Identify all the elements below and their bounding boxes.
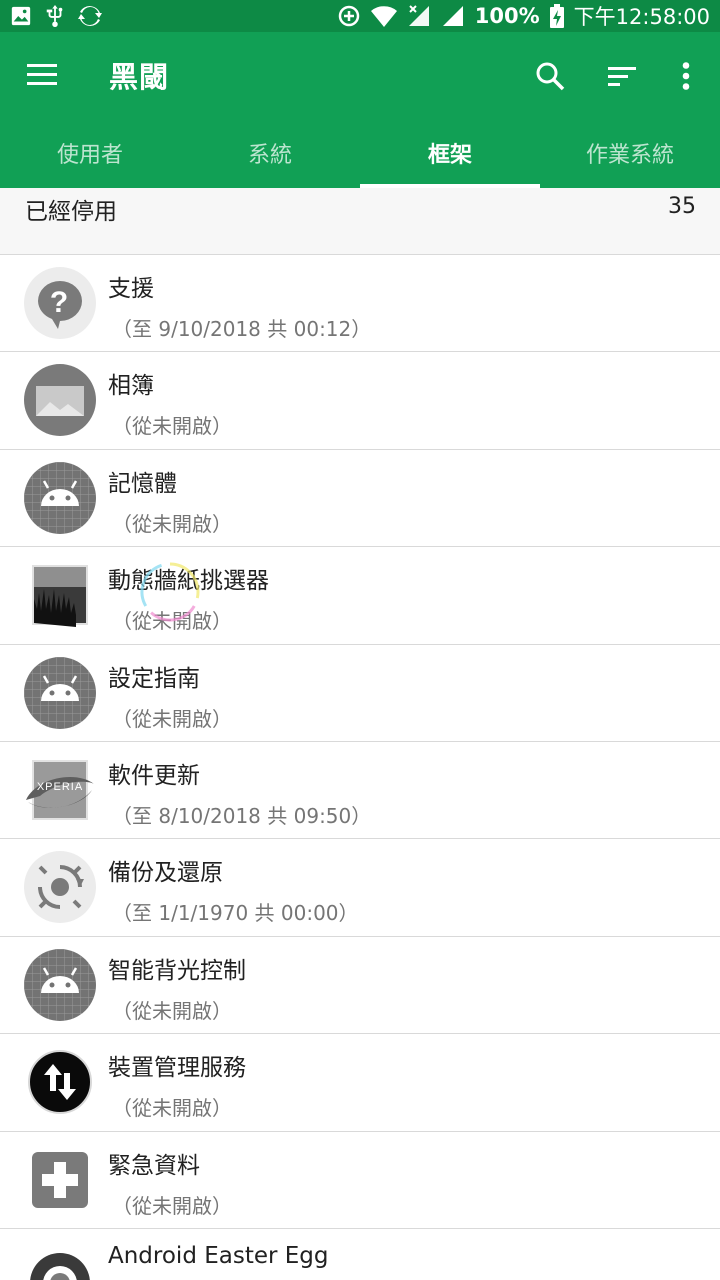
list-item[interactable]: 緊急資料 （從未開啟） [0,1131,720,1229]
app-last-used: （從未開啟） [112,1193,232,1218]
help-icon: ? [24,267,96,339]
easter-egg-icon [24,1241,96,1280]
sort-button[interactable] [603,56,643,96]
wifi-icon [370,5,397,27]
signal-icon [441,4,465,28]
live-wallpaper-icon [24,559,96,631]
device-management-icon [24,1046,96,1118]
usb-icon [44,3,66,29]
list-item[interactable]: Android Easter Egg [0,1228,720,1280]
data-saver-icon [337,4,361,28]
android-icon [24,948,96,1021]
xperia-update-icon: XPERIA [24,754,96,826]
tab-system[interactable]: 系統 [180,118,360,188]
list-item[interactable]: 記憶體 （從未開啟） [0,449,720,548]
list-item[interactable]: 智能背光控制 （從未開啟） [0,936,720,1035]
no-sim-signal-icon [407,4,431,28]
app-last-used: （從未開啟） [112,511,232,536]
app-last-used: （從未開啟） [112,706,232,731]
list-item[interactable]: 動態牆紙挑選器 （從未開啟） [0,547,720,645]
app-last-used: （至 8/10/2018 共 09:50） [112,803,372,828]
gallery-icon [24,364,96,437]
list-item[interactable]: 裝置管理服務 （從未開啟） [0,1034,720,1132]
app-title: 裝置管理服務 [108,1055,246,1082]
menu-button[interactable] [22,58,62,92]
section-count: 35 [668,194,696,219]
more-vert-icon [682,62,690,90]
app-title: 相簿 [108,373,154,400]
app-title: 備份及還原 [108,860,223,887]
svg-text:?: ? [50,286,68,319]
section-header-disabled: 已經停用 35 [0,188,720,255]
toolbar: 黑閾 [0,32,720,118]
android-icon [24,656,96,729]
tab-users[interactable]: 使用者 [0,118,180,188]
app-title: 記憶體 [108,470,177,497]
tab-framework[interactable]: 框架 [360,118,540,188]
app-title: 軟件更新 [108,762,200,789]
app-last-used: （從未開啟） [112,998,232,1023]
app-title: 支援 [108,276,154,302]
app-title: 黑閾 [109,60,170,94]
app-last-used: （至 1/1/1970 共 00:00） [112,901,359,926]
menu-icon [27,64,57,85]
status-bar: 100% 下午12:58:00 [0,0,720,32]
sort-icon [608,67,636,86]
app-title: 緊急資料 [108,1152,200,1179]
emergency-info-icon [24,1144,96,1216]
app-last-used: （從未開啟） [112,1096,232,1121]
list-item[interactable]: 設定指南 （從未開啟） [0,644,720,742]
tab-bar: 使用者 系統 框架 作業系統 [0,118,720,188]
image-icon [10,5,32,27]
battery-charging-icon [549,4,564,28]
tab-os[interactable]: 作業系統 [540,118,720,188]
section-title: 已經停用 [25,199,117,225]
list-item[interactable]: XPERIA 軟件更新 （至 8/10/2018 共 09:50） [0,741,720,840]
sync-icon [78,4,102,28]
search-icon [536,62,565,91]
app-title: 智能背光控制 [108,957,246,984]
loading-spinner [138,560,202,624]
app-last-used: （至 9/10/2018 共 00:12） [112,317,372,341]
app-list: ? 支援 （至 9/10/2018 共 00:12） 相簿 （從未開啟） 記憶體… [0,255,720,1280]
app-bar: 黑閾 使用者 系統 框架 作業系統 [0,32,720,188]
app-title: Android Easter Egg [108,1242,329,1269]
xperia-wordmark: XPERIA [37,781,83,793]
list-item[interactable]: ? 支援 （至 9/10/2018 共 00:12） [0,255,720,353]
android-icon [24,461,96,534]
battery-label: 100% [474,4,540,28]
search-button[interactable] [530,56,570,96]
list-item[interactable]: 備份及還原 （至 1/1/1970 共 00:00） [0,839,720,937]
app-last-used: （從未開啟） [112,414,232,439]
more-options-button[interactable] [666,56,706,96]
app-title: 設定指南 [108,665,200,692]
clock: 下午12:58:00 [573,5,710,29]
list-item[interactable]: 相簿 （從未開啟） [0,352,720,450]
backup-restore-icon [24,851,96,924]
